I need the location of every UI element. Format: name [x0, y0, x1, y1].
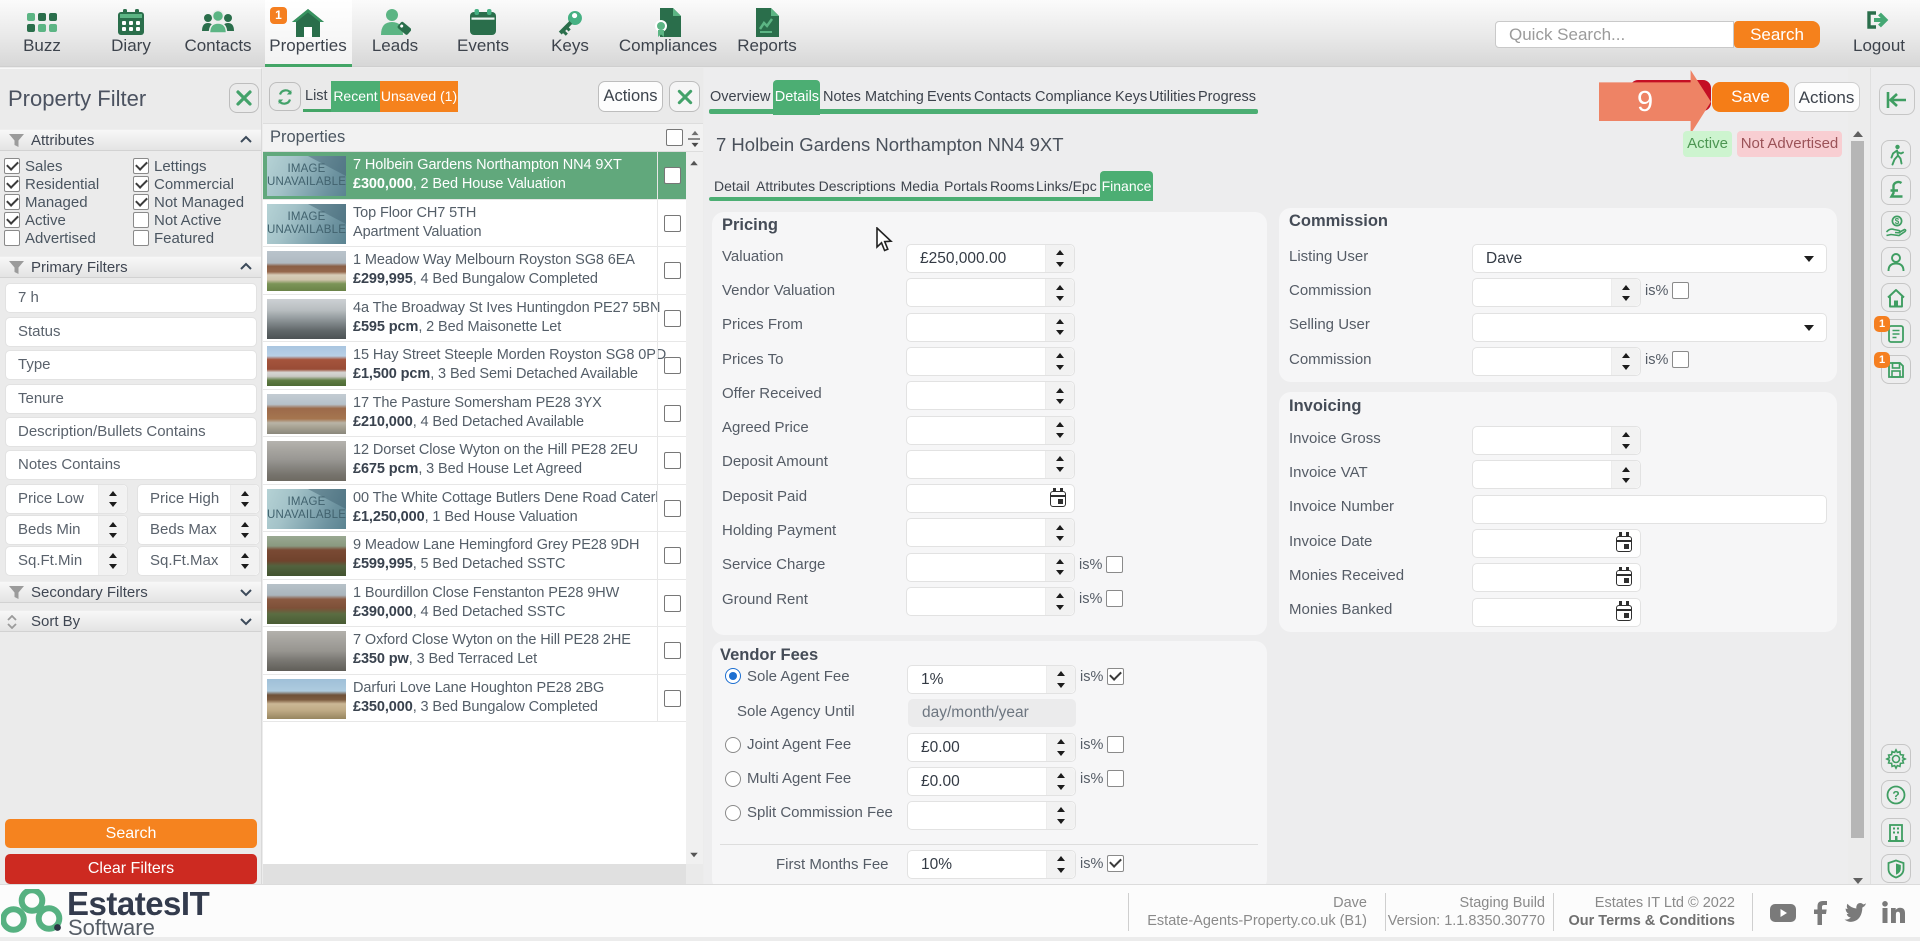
svg-text:$: $ [1895, 217, 1900, 226]
svg-text:?: ? [1892, 788, 1899, 802]
